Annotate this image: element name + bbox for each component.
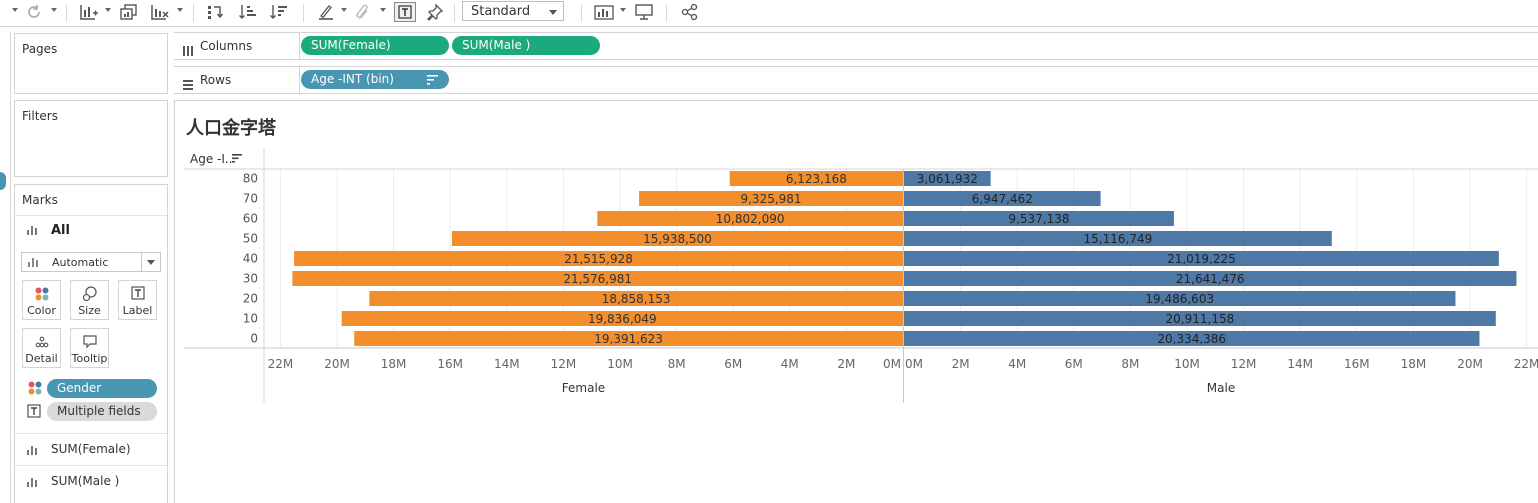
female-tick-label: 4M	[781, 357, 799, 371]
age-category-label: 60	[243, 212, 258, 226]
male-tick-label: 6M	[1065, 357, 1083, 371]
female-bar-label: 15,938,500	[643, 232, 712, 246]
male-axis-title: Male	[1207, 381, 1235, 395]
female-tick-label: 20M	[324, 357, 350, 371]
male-bar-label: 3,061,932	[917, 172, 978, 186]
male-tick-label: 18M	[1401, 357, 1427, 371]
male-bar-label: 20,334,386	[1157, 332, 1226, 346]
age-category-label: 10	[243, 312, 258, 326]
male-tick-label: 4M	[1008, 357, 1026, 371]
female-tick-label: 22M	[268, 357, 294, 371]
female-bar-label: 9,325,981	[740, 192, 801, 206]
sort-icon	[232, 154, 242, 163]
male-bar-label: 21,641,476	[1176, 272, 1245, 286]
male-bar-label: 21,019,225	[1167, 252, 1236, 266]
row-header-title: Age -I..	[190, 152, 233, 166]
age-category-label: 20	[243, 292, 258, 306]
female-tick-label: 10M	[607, 357, 633, 371]
female-bar-label: 10,802,090	[716, 212, 785, 226]
age-category-label: 70	[243, 192, 258, 206]
male-tick-label: 8M	[1121, 357, 1139, 371]
female-tick-label: 12M	[551, 357, 577, 371]
female-tick-label: 18M	[381, 357, 407, 371]
male-tick-label: 14M	[1287, 357, 1313, 371]
male-tick-label: 2M	[952, 357, 970, 371]
female-tick-label: 16M	[437, 357, 463, 371]
age-category-label: 0	[250, 332, 258, 346]
female-tick-label: 6M	[724, 357, 742, 371]
population-pyramid-chart: Age -I.. 0M 0M 2M 2M 4M 4M 6M 6M 8M 8M 10M 10M 12M 12M…	[184, 148, 1538, 403]
female-tick-label: 2M	[837, 357, 855, 371]
sort-icon-bar	[232, 161, 235, 163]
male-tick-label: 22M	[1514, 357, 1538, 371]
female-tick-label: 0M	[883, 357, 901, 371]
male-bar-label: 15,116,749	[1084, 232, 1153, 246]
female-bar-label: 19,836,049	[588, 312, 657, 326]
female-bar-label: 21,576,981	[563, 272, 632, 286]
female-axis-title: Female	[562, 381, 605, 395]
male-tick-label: 10M	[1174, 357, 1200, 371]
female-bar-label: 18,858,153	[602, 292, 671, 306]
male-bar-label: 9,537,138	[1008, 212, 1069, 226]
age-category-label: 80	[243, 172, 258, 186]
age-category-label: 50	[243, 232, 258, 246]
female-bar-label: 6,123,168	[786, 172, 847, 186]
age-category-label: 30	[243, 272, 258, 286]
male-bar-label: 19,486,603	[1145, 292, 1214, 306]
male-tick-label: 16M	[1344, 357, 1370, 371]
female-tick-label: 14M	[494, 357, 520, 371]
male-bar-label: 20,911,158	[1166, 312, 1235, 326]
male-tick-label: 0M	[905, 357, 923, 371]
male-bar-label: 6,947,462	[972, 192, 1033, 206]
age-category-label: 40	[243, 252, 258, 266]
sort-icon-bar	[232, 157, 239, 160]
female-bar-label: 19,391,623	[594, 332, 663, 346]
sort-icon-bar	[232, 154, 242, 156]
female-tick-label: 8M	[668, 357, 686, 371]
female-bar-label: 21,515,928	[564, 252, 633, 266]
male-tick-label: 20M	[1457, 357, 1483, 371]
male-tick-label: 12M	[1231, 357, 1257, 371]
